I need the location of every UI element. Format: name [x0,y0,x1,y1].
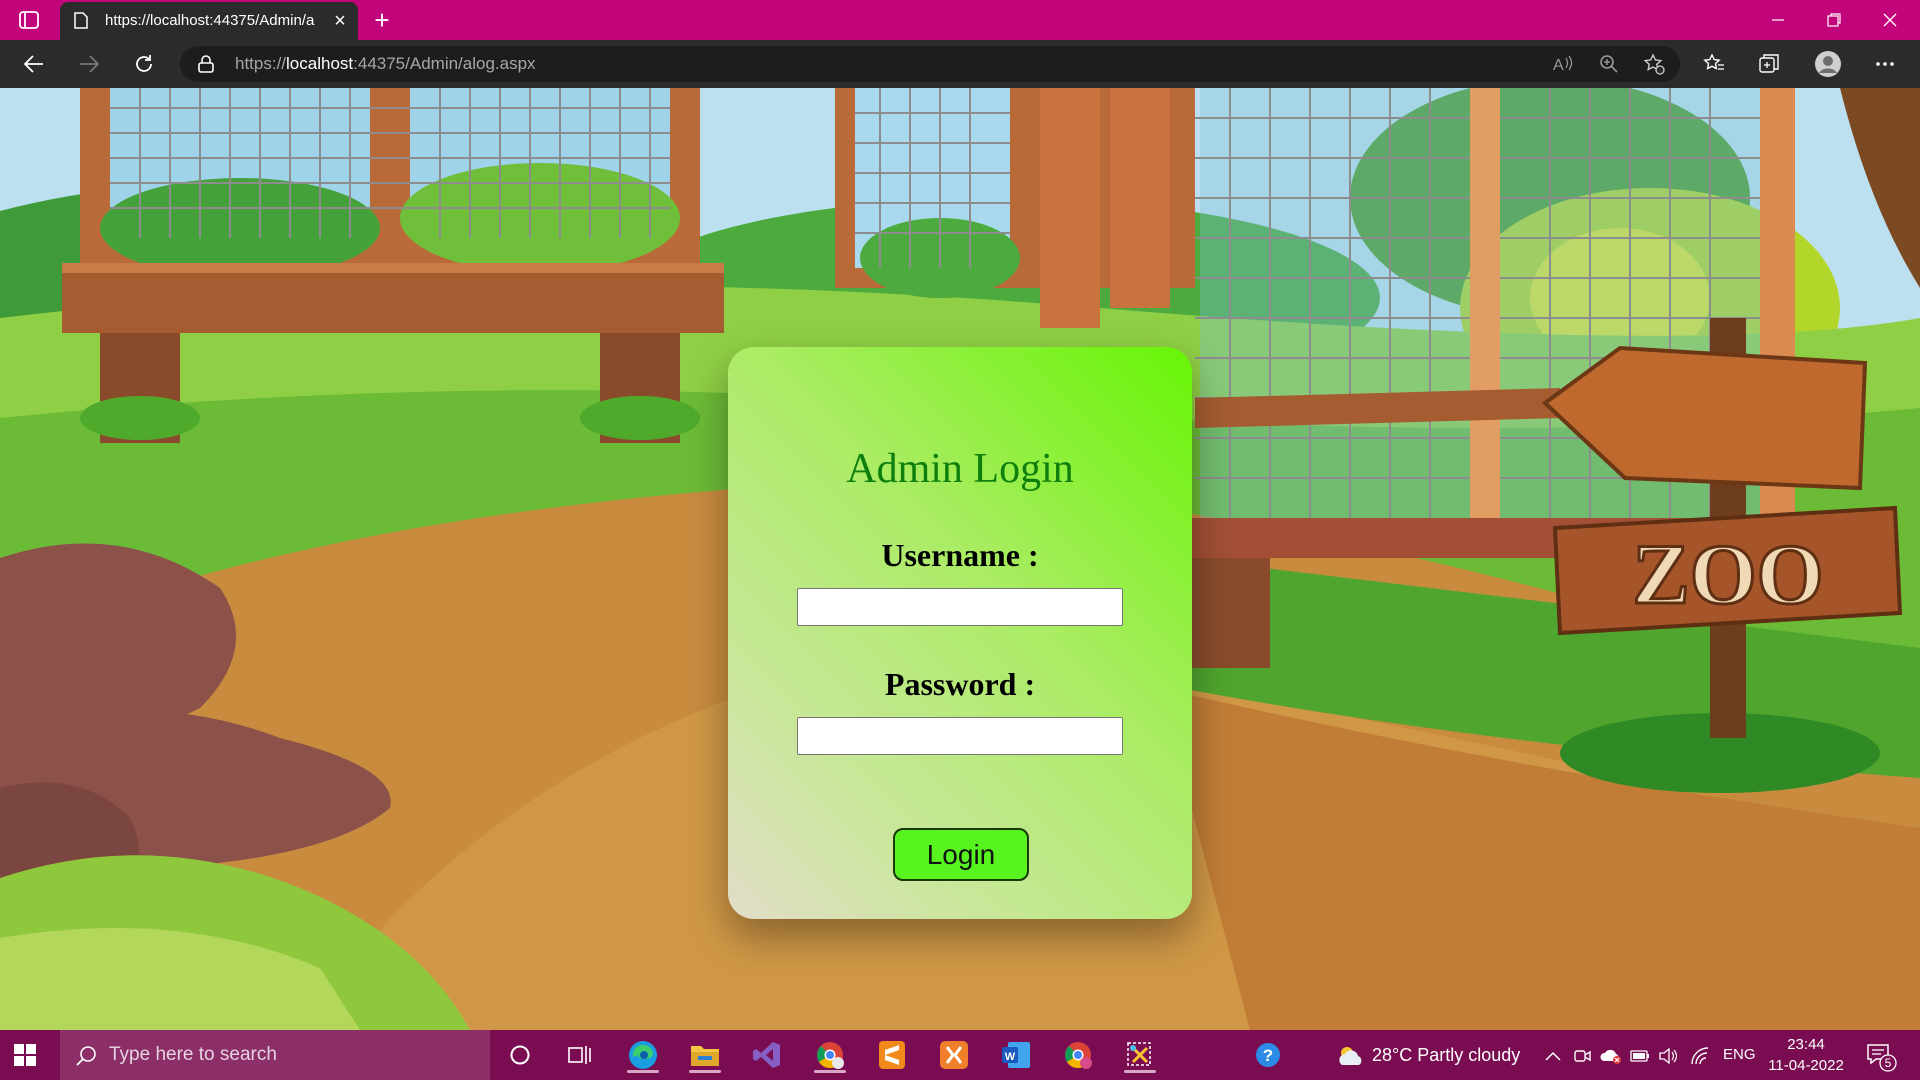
username-label: Username : [881,537,1039,573]
sublime-text-icon[interactable] [872,1037,912,1073]
clock-date: 11-04-2022 [1768,1057,1844,1074]
browser-tab[interactable]: https://localhost:44375/Admin/a × [60,2,358,40]
chrome-icon[interactable] [1058,1037,1098,1073]
collections-icon[interactable] [1753,48,1785,80]
zoo-sign-text: ZOO [1632,526,1823,622]
chevron-up-icon[interactable] [1542,1045,1564,1067]
minimize-icon[interactable] [1748,0,1808,40]
address-bar[interactable]: https://localhost:44375/Admin/alog.aspx [180,46,1680,82]
new-tab-icon[interactable]: + [368,6,396,34]
close-window-icon[interactable] [1860,0,1920,40]
tab-title: https://localhost:44375/Admin/a [105,12,315,29]
restore-icon[interactable] [1804,0,1864,40]
close-tab-icon[interactable]: × [330,11,350,31]
clock[interactable]: 23:44 11-04-2022 [1768,1034,1844,1076]
word-icon[interactable]: W [996,1037,1036,1073]
page-viewport: ZOO Admin Login Username : Password : Lo… [0,88,1920,1030]
svg-text:?: ? [1263,1046,1273,1065]
read-aloud-icon[interactable]: A [1548,48,1580,80]
url-path: :44375/Admin/alog.aspx [353,54,536,73]
search-icon [76,1045,98,1072]
browser-title-bar: https://localhost:44375/Admin/a × + [0,0,1920,40]
password-label: Password : [884,666,1036,702]
notification-count: 5 [1884,1056,1892,1070]
edge-taskbar-icon[interactable] [623,1037,663,1073]
cortana-icon[interactable] [500,1037,540,1073]
browser-toolbar: https://localhost:44375/Admin/alog.aspx … [0,40,1920,88]
active-indicator [627,1070,659,1073]
windows-start-icon[interactable] [14,1044,36,1071]
chrome-profile-icon[interactable] [810,1037,850,1073]
page-icon [74,12,88,29]
active-indicator [814,1070,846,1073]
lock-icon[interactable] [198,55,214,78]
volume-icon[interactable] [1657,1045,1679,1067]
password-input[interactable] [797,717,1123,755]
active-indicator [1124,1070,1156,1073]
svg-text:A: A [1553,57,1564,74]
taskbar-search-box[interactable]: Type here to search [60,1030,490,1080]
profile-avatar[interactable] [1812,48,1844,80]
xampp-icon[interactable] [934,1037,974,1073]
favorites-icon[interactable] [1698,48,1730,80]
language-indicator[interactable]: ENG [1723,1046,1756,1063]
partly-cloudy-icon[interactable] [1336,1045,1366,1067]
search-placeholder: Type here to search [109,1044,277,1065]
wifi-icon[interactable] [1689,1045,1711,1067]
url-host: localhost [286,54,354,73]
meet-now-icon[interactable] [1571,1045,1593,1067]
url-prefix: https:// [235,54,287,73]
weather-text[interactable]: 28°C Partly cloudy [1372,1045,1520,1066]
windows-taskbar: Type here to search W ? 28°C Partly clou… [0,1030,1920,1080]
notification-center-icon[interactable]: 5 [1866,1042,1898,1072]
back-icon[interactable] [18,48,50,80]
zoom-icon[interactable] [1593,48,1625,80]
url-text[interactable]: https://localhost:44375/Admin/alog.aspx [235,54,536,74]
snipping-tool-icon[interactable] [1120,1037,1160,1073]
visual-studio-icon[interactable] [747,1037,787,1073]
battery-icon[interactable] [1629,1045,1651,1067]
login-title: Admin Login [846,446,1074,492]
active-indicator [689,1070,721,1073]
admin-login-card: Admin Login Username : Password : Login [728,347,1192,919]
tab-actions-icon[interactable] [18,9,40,31]
task-view-icon[interactable] [560,1037,600,1073]
onedrive-icon[interactable] [1600,1045,1622,1067]
add-favorite-icon[interactable] [1638,48,1670,80]
clock-time: 23:44 [1787,1036,1825,1053]
svg-text:W: W [1005,1051,1016,1063]
login-button[interactable]: Login [893,828,1029,881]
forward-icon[interactable] [73,48,105,80]
refresh-icon[interactable] [128,48,160,80]
username-input[interactable] [797,588,1123,626]
help-icon[interactable]: ? [1248,1037,1288,1073]
more-options-icon[interactable] [1869,48,1901,80]
file-explorer-icon[interactable] [685,1037,725,1073]
